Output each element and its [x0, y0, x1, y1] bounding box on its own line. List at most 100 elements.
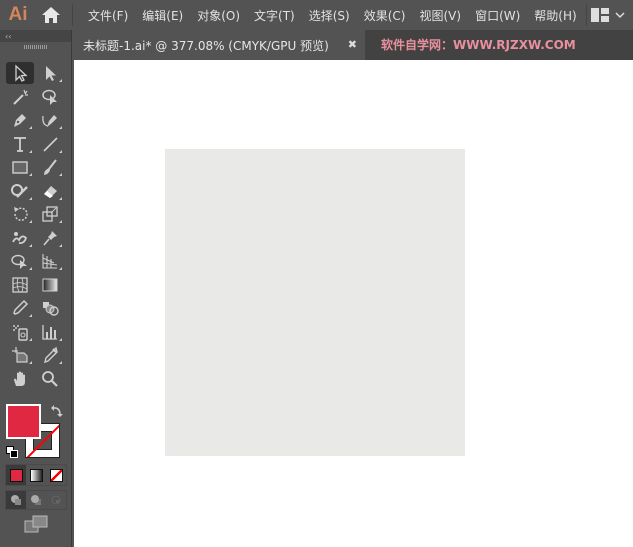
menu-file[interactable]: 文件(F): [81, 7, 135, 24]
eyedropper-tool-button[interactable]: [6, 297, 34, 319]
draw-normal-button[interactable]: [6, 491, 26, 509]
gradient-icon: [42, 278, 58, 291]
selection-tool-button[interactable]: [6, 62, 34, 84]
fill-color-swatch[interactable]: [6, 404, 41, 439]
color-mode-row: [5, 464, 67, 486]
flyout-indicator: [59, 149, 62, 153]
menu-effect[interactable]: 效果(C): [357, 7, 413, 24]
direct-selection-tool-button[interactable]: [36, 62, 64, 84]
flyout-indicator: [59, 267, 62, 270]
zoom-icon: [42, 370, 58, 387]
menu-window[interactable]: 窗口(W): [468, 7, 527, 24]
draw-normal-icon: [11, 495, 21, 505]
menu-edit[interactable]: 编辑(E): [135, 7, 190, 24]
blend-icon: [43, 302, 59, 316]
puppet-warp-tool-button[interactable]: [6, 227, 34, 249]
flyout-indicator: [29, 173, 32, 176]
scale-tool-button[interactable]: [36, 203, 64, 225]
flyout-indicator: [59, 361, 62, 364]
menu-separator: [72, 4, 73, 26]
mesh-icon: [12, 276, 28, 293]
flyout-indicator: [59, 337, 62, 341]
type-tool-button[interactable]: [6, 133, 34, 155]
none-icon: [49, 468, 63, 482]
paintbrush-tool-button[interactable]: [36, 156, 64, 178]
gradient-tool-button[interactable]: [36, 274, 64, 296]
workspace-layout-icon: [591, 8, 609, 22]
curvature-tool-button[interactable]: [36, 109, 64, 131]
selection-icon: [15, 64, 28, 82]
color-mode-button[interactable]: [6, 465, 26, 485]
lasso-icon: [42, 89, 57, 105]
menu-type[interactable]: 文字(T): [247, 7, 302, 24]
draw-mode-row: [5, 490, 67, 510]
free-transform-pin-tool-button[interactable]: [36, 227, 64, 249]
flyout-indicator: [29, 361, 32, 364]
menu-view[interactable]: 视图(V): [412, 7, 468, 24]
paintbrush-icon: [44, 159, 57, 175]
artboard-tool-button[interactable]: [6, 344, 34, 366]
swap-fill-stroke-icon[interactable]: [50, 404, 64, 418]
shaper-tool-button[interactable]: [6, 180, 34, 202]
watermark-text: 软件自学网：WWW.RJZXW.COM: [381, 38, 576, 52]
menu-bar: Ai 文件(F) 编辑(E) 对象(O) 文字(T) 选择(S) 效果(C) 视…: [0, 0, 633, 30]
flyout-indicator: [59, 126, 62, 129]
free-transform-pin-icon: [43, 230, 57, 246]
change-screen-mode-icon[interactable]: [24, 515, 48, 533]
artboard-canvas[interactable]: [74, 60, 633, 547]
flyout-indicator: [29, 220, 32, 223]
default-fill-stroke-icon[interactable]: [6, 446, 18, 458]
flyout-indicator: [29, 149, 32, 153]
draw-inside-button[interactable]: [46, 491, 66, 509]
flyout-indicator: [29, 196, 32, 200]
rectangle-tool-button[interactable]: [6, 156, 34, 178]
hand-tool-button[interactable]: [6, 368, 34, 390]
column-graph-tool-button[interactable]: [36, 321, 64, 343]
flyout-indicator: [59, 173, 62, 176]
shaper-icon: [11, 183, 28, 198]
gray-rectangle[interactable]: [165, 149, 465, 456]
menu-select[interactable]: 选择(S): [302, 7, 357, 24]
zoom-tool-button[interactable]: [36, 368, 64, 390]
flyout-indicator: [29, 243, 32, 247]
slice-tool-button[interactable]: [36, 344, 64, 366]
perspective-grid-tool-button[interactable]: [36, 250, 64, 272]
menu-object[interactable]: 对象(O): [190, 7, 247, 24]
mesh-tool-button[interactable]: [6, 274, 34, 296]
magic-wand-icon: [13, 89, 28, 105]
home-icon: [42, 7, 60, 23]
panel-grip[interactable]: [0, 42, 71, 52]
draw-behind-button[interactable]: [26, 491, 46, 509]
curvature-icon: [42, 115, 57, 127]
document-tab[interactable]: 未标题-1.ai* @ 377.08% (CMYK/GPU 预览) ✖: [73, 30, 365, 60]
close-tab-icon[interactable]: ✖: [348, 38, 357, 51]
pen-tool-button[interactable]: [6, 109, 34, 131]
magic-wand-tool-button[interactable]: [6, 86, 34, 108]
scale-icon: [42, 206, 58, 222]
draw-inside-icon: [51, 495, 61, 505]
document-tab-title: 未标题-1.ai* @ 377.08% (CMYK/GPU 预览): [83, 38, 329, 53]
rotate-tool-button[interactable]: [6, 203, 34, 225]
flyout-indicator: [29, 337, 32, 341]
column-graph-icon: [42, 324, 57, 340]
flyout-indicator: [29, 314, 32, 317]
blend-tool-button[interactable]: [36, 297, 64, 319]
workspace-switcher[interactable]: [591, 0, 633, 30]
eraser-tool-button[interactable]: [36, 180, 64, 202]
line-segment-icon: [43, 136, 58, 152]
none-mode-button[interactable]: [46, 465, 66, 485]
flyout-indicator: [59, 79, 62, 82]
lasso-tool-button[interactable]: [36, 86, 64, 108]
rotate-icon: [14, 207, 28, 221]
symbol-sprayer-icon: [13, 324, 28, 341]
home-button[interactable]: [36, 0, 66, 30]
line-segment-tool-button[interactable]: [36, 133, 64, 155]
gradient-mode-button[interactable]: [26, 465, 46, 485]
direct-selection-icon: [46, 66, 56, 81]
symbol-sprayer-tool-button[interactable]: [6, 321, 34, 343]
menu-help[interactable]: 帮助(H): [527, 7, 583, 24]
color-icon: [9, 468, 23, 482]
shape-builder-tool-button[interactable]: [6, 250, 34, 272]
panel-collapse-button[interactable]: ‹‹: [0, 30, 71, 42]
draw-behind-icon: [31, 495, 41, 505]
